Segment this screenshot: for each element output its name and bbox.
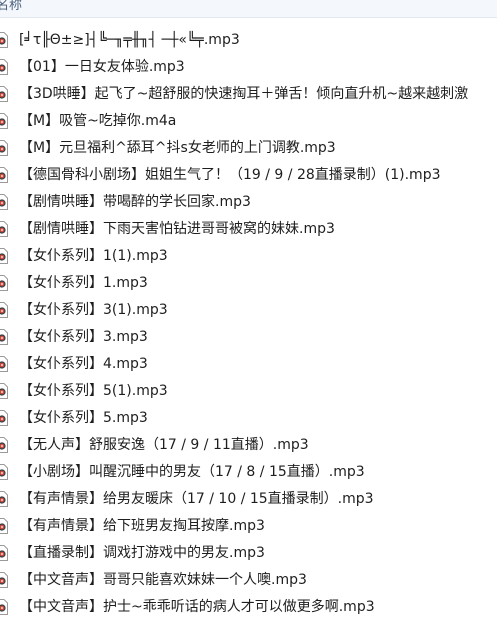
name-column-header-label: 名称 (0, 0, 23, 13)
audio-file-icon (0, 59, 8, 75)
file-row[interactable]: 【女仆系列】5(1).mp3 (0, 378, 497, 405)
file-name: 【德国骨科小剧场】姐姐生气了！（19 / 9 / 28直播录制）(1).mp3 (19, 167, 441, 183)
file-row[interactable]: 【女仆系列】4.mp3 (0, 351, 497, 378)
file-row[interactable]: 【女仆系列】3(1).mp3 (0, 297, 497, 324)
audio-file-icon (0, 464, 8, 480)
file-row[interactable]: 【德国骨科小剧场】姐姐生气了！（19 / 9 / 28直播录制）(1).mp3 (0, 162, 497, 189)
file-row[interactable]: 【小剧场】叫醒沉睡中的男友（17 / 8 / 15直播）.mp3 (0, 459, 497, 486)
audio-file-icon (0, 221, 8, 237)
file-row[interactable]: [╛τ╟Θ±≥]┤╚─╖╤╫╖┤ ─┼«╚╤.mp3 (0, 27, 497, 54)
file-name: 【女仆系列】5(1).mp3 (19, 383, 168, 399)
file-name: 【女仆系列】1(1).mp3 (19, 248, 168, 264)
file-list: [╛τ╟Θ±≥]┤╚─╖╤╫╖┤ ─┼«╚╤.mp3 【01】一日女友体验.mp3… (0, 27, 497, 621)
audio-file-icon (0, 437, 8, 453)
file-name: 【剧情哄睡】下雨天害怕钻进哥哥被窝的妹妹.mp3 (19, 221, 335, 237)
audio-file-icon (0, 545, 8, 561)
file-name: 【女仆系列】3.mp3 (19, 329, 148, 345)
audio-file-icon (0, 410, 8, 426)
file-name: 【女仆系列】4.mp3 (19, 356, 148, 372)
file-name: [╛τ╟Θ±≥]┤╚─╖╤╫╖┤ ─┼«╚╤.mp3 (19, 32, 240, 48)
file-name: 【01】一日女友体验.mp3 (19, 59, 185, 75)
file-name: 【M】元旦福利^舔耳^抖s女老师的上门调教.mp3 (19, 140, 336, 156)
audio-file-icon (0, 32, 8, 48)
audio-file-icon (0, 356, 8, 372)
file-row[interactable]: 【有声情景】给男友暖床（17 / 10 / 15直播录制）.mp3 (0, 486, 497, 513)
audio-file-icon (0, 167, 8, 183)
file-row[interactable]: 【中文音声】护士~乖乖听话的病人才可以做更多啊.mp3 (0, 594, 497, 621)
file-row[interactable]: 【中文音声】哥哥只能喜欢妹妹一个人噢.mp3 (0, 567, 497, 594)
file-row[interactable]: 【M】元旦福利^舔耳^抖s女老师的上门调教.mp3 (0, 135, 497, 162)
file-row[interactable]: 【直播录制】调戏打游戏中的男友.mp3 (0, 540, 497, 567)
audio-file-icon (0, 383, 8, 399)
file-name: 【剧情哄睡】带喝醉的学长回家.mp3 (19, 194, 251, 210)
file-row[interactable]: 【3D哄睡】起飞了~超舒服的快速掏耳＋弹舌！倾向直升机~越来越刺激 (0, 81, 497, 108)
file-name: 【中文音声】护士~乖乖听话的病人才可以做更多啊.mp3 (19, 599, 375, 615)
file-row[interactable]: 【女仆系列】3.mp3 (0, 324, 497, 351)
audio-file-icon (0, 329, 8, 345)
file-row[interactable]: 【M】吸管~吃掉你.m4a (0, 108, 497, 135)
audio-file-icon (0, 572, 8, 588)
file-row[interactable]: 【女仆系列】1.mp3 (0, 270, 497, 297)
file-name: 【中文音声】哥哥只能喜欢妹妹一个人噢.mp3 (19, 572, 307, 588)
file-name: 【女仆系列】1.mp3 (19, 275, 148, 291)
file-row[interactable]: 【无人声】舒服安逸（17 / 9 / 11直播）.mp3 (0, 432, 497, 459)
file-row[interactable]: 【有声情景】给下班男友掏耳按摩.mp3 (0, 513, 497, 540)
file-name: 【女仆系列】3(1).mp3 (19, 302, 168, 318)
file-name: 【无人声】舒服安逸（17 / 9 / 11直播）.mp3 (19, 437, 309, 453)
file-name: 【3D哄睡】起飞了~超舒服的快速掏耳＋弹舌！倾向直升机~越来越刺激 (19, 86, 469, 102)
name-column-header[interactable]: 名称 (0, 0, 497, 18)
file-name: 【有声情景】给男友暖床（17 / 10 / 15直播录制）.mp3 (19, 491, 374, 507)
file-row[interactable]: 【剧情哄睡】下雨天害怕钻进哥哥被窝的妹妹.mp3 (0, 216, 497, 243)
file-explorer-window: 名称 [╛τ╟Θ±≥]┤╚─╖╤╫╖┤ ─┼«╚╤.mp3 【01】一日女友体验.… (0, 0, 497, 631)
audio-file-icon (0, 599, 8, 615)
file-name: 【直播录制】调戏打游戏中的男友.mp3 (19, 545, 265, 561)
file-name: 【有声情景】给下班男友掏耳按摩.mp3 (19, 518, 265, 534)
file-row[interactable]: 【女仆系列】1(1).mp3 (0, 243, 497, 270)
file-name: 【M】吸管~吃掉你.m4a (19, 113, 177, 129)
audio-file-icon (0, 248, 8, 264)
file-name: 【女仆系列】5.mp3 (19, 410, 148, 426)
audio-file-icon (0, 302, 8, 318)
file-name: 【小剧场】叫醒沉睡中的男友（17 / 8 / 15直播）.mp3 (19, 464, 365, 480)
file-row[interactable]: 【01】一日女友体验.mp3 (0, 54, 497, 81)
audio-file-icon (0, 518, 8, 534)
file-row[interactable]: 【剧情哄睡】带喝醉的学长回家.mp3 (0, 189, 497, 216)
audio-file-icon (0, 491, 8, 507)
audio-file-icon (0, 140, 8, 156)
audio-file-icon (0, 275, 8, 291)
audio-file-icon (0, 113, 8, 129)
file-row[interactable]: 【女仆系列】5.mp3 (0, 405, 497, 432)
audio-file-icon (0, 194, 8, 210)
audio-file-icon (0, 86, 8, 102)
